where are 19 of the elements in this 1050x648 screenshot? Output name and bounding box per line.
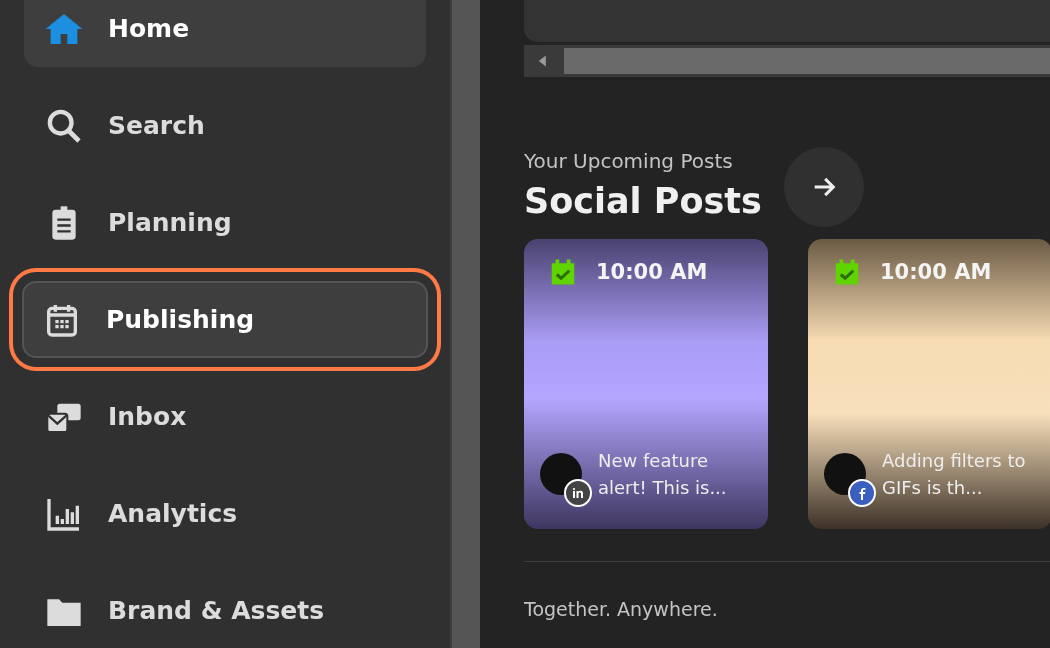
section-title: Social Posts (524, 181, 762, 221)
sidebar-item[interactable]: Planning (24, 184, 426, 261)
scrollbar-thumb[interactable] (564, 48, 1050, 74)
post-caption: New feature alert! This is... (597, 449, 728, 500)
sidebar-item[interactable]: Inbox (24, 378, 426, 455)
post-time: 10:00 AM (596, 260, 708, 284)
post-time: 10:00 AM (880, 260, 992, 284)
sidebar-item[interactable]: Brand & Assets (24, 572, 426, 648)
sidebar-item[interactable]: Analytics (24, 475, 426, 552)
linkedin-icon (564, 479, 592, 507)
sidebar-item[interactable]: Home (24, 0, 426, 67)
post-card[interactable]: 10:00 AM Adding filters to GIFs is th... (808, 239, 1050, 529)
footer-tagline: Together. Anywhere. (524, 598, 719, 620)
facebook-icon (848, 479, 876, 507)
post-card[interactable]: 10:00 AM New feature alert! This is... (524, 239, 768, 529)
horizontal-scrollbar[interactable] (524, 45, 1050, 77)
post-caption: Adding filters to GIFs is th... (881, 449, 1027, 500)
sidebar-item[interactable]: Search (24, 87, 426, 164)
section-eyebrow: Your Upcoming Posts (524, 149, 734, 173)
